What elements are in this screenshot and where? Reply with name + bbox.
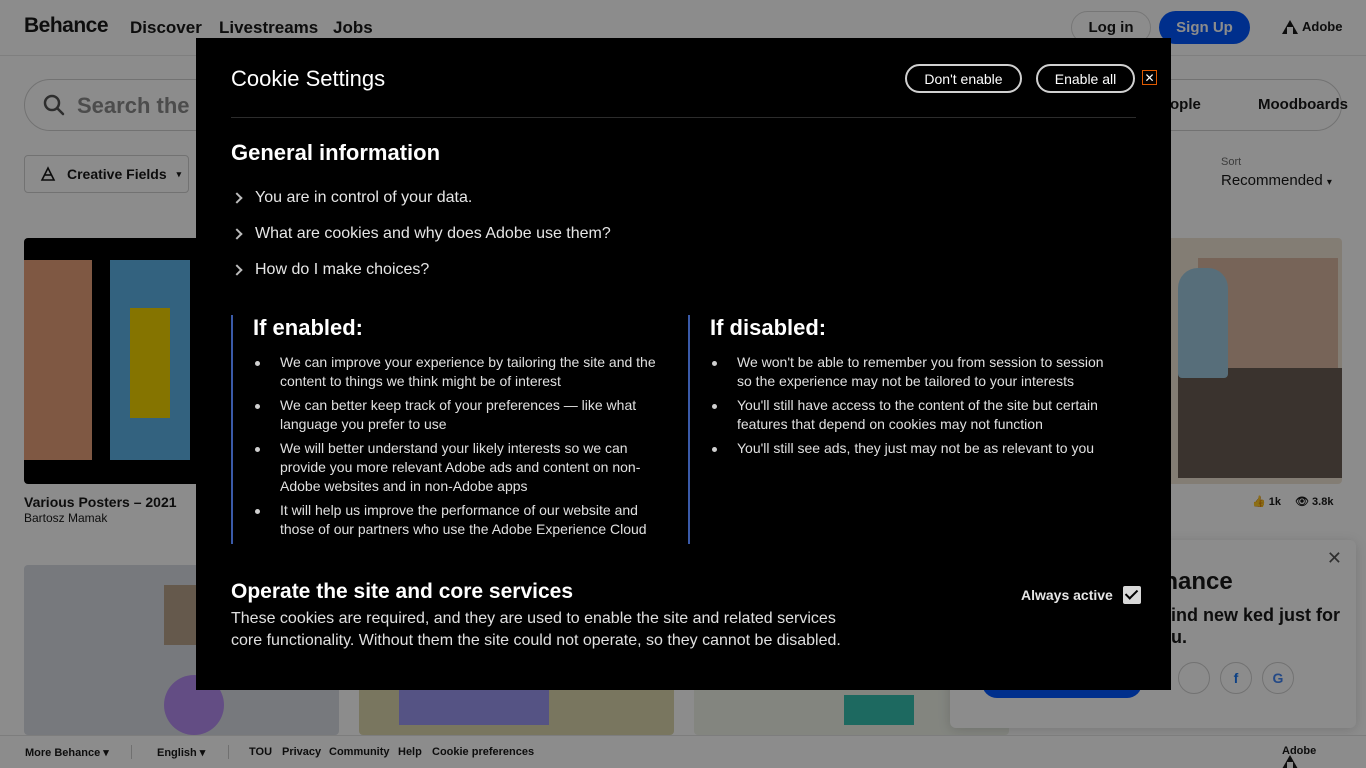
header-divider: [231, 117, 1136, 118]
faq-item[interactable]: How do I make choices?: [231, 261, 429, 279]
dialog-title: Cookie Settings: [231, 66, 386, 91]
list-item: We can improve your experience by tailor…: [253, 353, 663, 391]
faq-label: How do I make choices?: [255, 261, 430, 278]
if-enabled-list: We can improve your experience by tailor…: [253, 353, 663, 544]
if-enabled-panel: If enabled: We can improve your experien…: [231, 315, 671, 544]
list-item: You'll still see ads, they just may not …: [710, 439, 1120, 458]
faq-label: What are cookies and why does Adobe use …: [255, 225, 611, 242]
general-info-heading: General information: [231, 140, 441, 165]
if-disabled-heading: If disabled:: [710, 315, 827, 340]
list-item: We can better keep track of your prefere…: [253, 396, 663, 434]
if-enabled-heading: If enabled:: [253, 315, 364, 340]
faq-label: You are in control of your data.: [255, 189, 473, 206]
faq-item[interactable]: What are cookies and why does Adobe use …: [231, 225, 611, 243]
always-active-toggle: Always active: [1021, 586, 1141, 604]
always-active-label: Always active: [1021, 587, 1113, 603]
if-disabled-list: We won't be able to remember you from se…: [710, 353, 1120, 463]
chevron-right-icon: [231, 228, 243, 240]
close-icon[interactable]: ✕: [1142, 70, 1157, 85]
enable-all-button[interactable]: Enable all: [1036, 64, 1135, 93]
checkbox-checked-icon: [1122, 586, 1141, 604]
operate-heading: Operate the site and core services: [231, 580, 573, 603]
list-item: We will better understand your likely in…: [253, 439, 663, 496]
faq-item[interactable]: You are in control of your data.: [231, 189, 472, 207]
chevron-right-icon: [231, 264, 243, 276]
list-item: It will help us improve the performance …: [253, 501, 663, 539]
list-item: You'll still have access to the content …: [710, 396, 1120, 434]
operate-description: These cookies are required, and they are…: [231, 610, 841, 649]
list-item: We won't be able to remember you from se…: [710, 353, 1120, 391]
dont-enable-button[interactable]: Don't enable: [905, 64, 1022, 93]
chevron-right-icon: [231, 192, 243, 204]
cookie-settings-dialog: Cookie Settings Don't enable Enable all …: [196, 38, 1171, 690]
if-disabled-panel: If disabled: We won't be able to remembe…: [688, 315, 1128, 544]
